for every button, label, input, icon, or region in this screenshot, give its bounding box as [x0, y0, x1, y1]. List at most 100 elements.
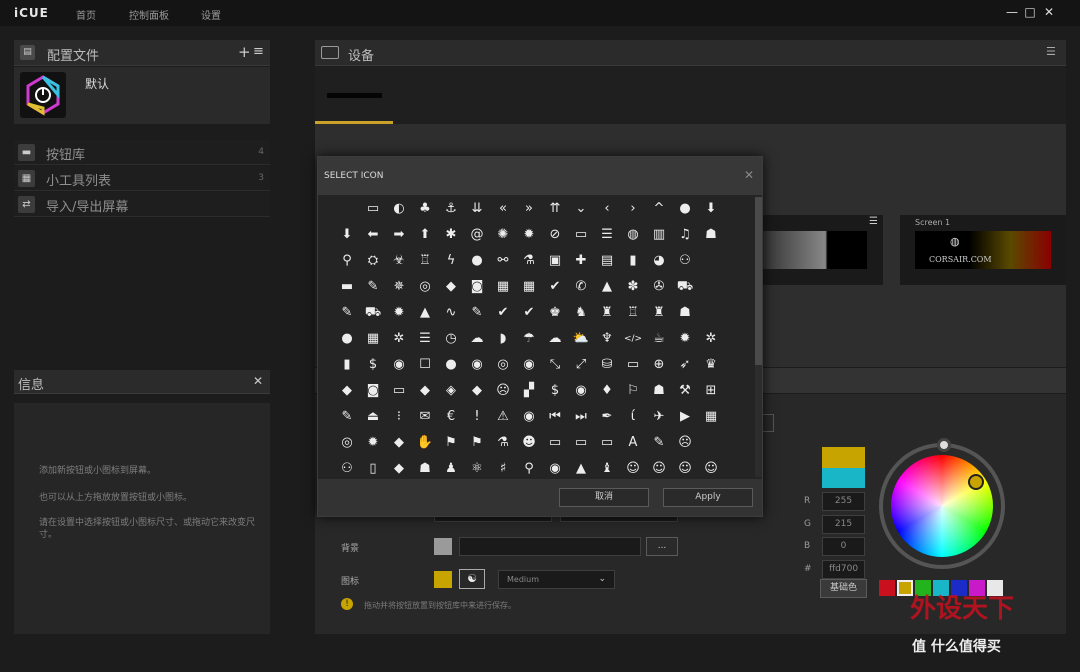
icon-option[interactable]: ▭	[571, 225, 591, 245]
background-color-swatch[interactable]	[434, 538, 452, 555]
icon-option[interactable]: ◎	[415, 277, 435, 297]
icon-option[interactable]: ◆	[415, 381, 435, 401]
icon-option[interactable]: ☂	[519, 329, 539, 349]
icon-option[interactable]: ▭	[571, 433, 591, 453]
icon-option[interactable]: ♖	[415, 251, 435, 271]
icon-option[interactable]: ⚲	[519, 459, 539, 477]
icon-option[interactable]: ‹	[597, 199, 617, 219]
icon-option[interactable]: ♯	[493, 459, 513, 477]
icon-option[interactable]: ▭	[623, 355, 643, 375]
nav-home[interactable]: 首页	[76, 7, 96, 22]
icon-option[interactable]: ▭	[389, 381, 409, 401]
icon-option[interactable]: ☗	[415, 459, 435, 477]
icon-grid-scrollbar[interactable]	[755, 197, 762, 477]
icon-option[interactable]: ◕	[649, 251, 669, 271]
icon-option[interactable]: ✔	[493, 303, 513, 323]
screen-card-1[interactable]: Screen 1 ◍ CORSAIR.COM	[900, 215, 1066, 285]
icon-option[interactable]: ✹	[389, 303, 409, 323]
icon-option[interactable]: ✹	[675, 329, 695, 349]
g-input[interactable]: 215	[822, 515, 865, 534]
icon-option[interactable]: ⛅	[571, 329, 591, 349]
icon-option[interactable]: ▭	[545, 433, 565, 453]
icon-option[interactable]: ▥	[649, 225, 669, 245]
icon-option[interactable]: ›	[623, 199, 643, 219]
icon-option[interactable]: ♆	[597, 329, 617, 349]
icon-option[interactable]: ⛁	[597, 355, 617, 375]
icon-option[interactable]: ♜	[597, 303, 617, 323]
icon-grid[interactable]: ▭ ◐ ♣ ⚓ ⇊ « » ⇈ ⌄ ‹ › ^ ● ⬇ ⬇ ⬅ ➡ ⬆ ✱ @ ✺ ✹ ⊘ ▭ ☰ ◍ ▥ ♫ ☗ ⚲ ⛭ ☣ ♖ ϟ ● ⚯ ⚗ ▣ ✚ ▤…	[340, 199, 740, 477]
icon-option[interactable]: ▶	[675, 407, 695, 427]
icon-option[interactable]: ◉	[519, 355, 539, 375]
icon-option[interactable]: ◆	[389, 459, 409, 477]
info-close-icon[interactable]: ✕	[253, 374, 263, 388]
icon-option[interactable]: ▭	[363, 199, 383, 219]
icon-option[interactable]: ●	[675, 199, 695, 219]
icon-option[interactable]: ▭	[597, 433, 617, 453]
icon-option[interactable]: ⚇	[675, 251, 695, 271]
icon-option[interactable]: ⚠	[493, 407, 513, 427]
icon-option[interactable]: ☺	[649, 459, 669, 477]
icon-option[interactable]: ⌄	[571, 199, 591, 219]
icon-option[interactable]: ▬	[340, 277, 357, 297]
icon-option[interactable]: ▯	[363, 459, 383, 477]
r-input[interactable]: 255	[822, 492, 865, 511]
icon-option[interactable]: ◐	[389, 199, 409, 219]
icon-option[interactable]: ◉	[571, 381, 591, 401]
icon-option[interactable]: ☁	[467, 329, 487, 349]
icon-option[interactable]: ⊞	[701, 381, 721, 401]
icon-option[interactable]: ▤	[597, 251, 617, 271]
icon-option[interactable]: ✔	[519, 303, 539, 323]
icon-option[interactable]: ◆	[467, 381, 487, 401]
icon-option[interactable]: ✎	[363, 277, 383, 297]
minimize-icon[interactable]: —	[1004, 5, 1020, 19]
dialog-close-icon[interactable]: ✕	[744, 168, 754, 182]
devices-menu-icon[interactable]: ☰	[1046, 45, 1056, 58]
icon-option[interactable]: ⚯	[493, 251, 513, 271]
icon-option[interactable]: ✵	[389, 277, 409, 297]
icon-option[interactable]: ◙	[363, 381, 383, 401]
icon-option[interactable]: $	[363, 355, 383, 375]
icon-option[interactable]: ♣	[415, 199, 435, 219]
icon-option[interactable]: ⇊	[467, 199, 487, 219]
icon-option[interactable]: ⤢	[571, 355, 591, 375]
icon-option[interactable]: ⊕	[649, 355, 669, 375]
icon-option[interactable]: ▞	[519, 381, 539, 401]
icon-option[interactable]: ☺	[675, 459, 695, 477]
icon-option[interactable]: ⛭	[363, 251, 383, 271]
icon-option[interactable]: ✲	[389, 329, 409, 349]
sidebar-item-import-export[interactable]: ⇄ 导入/导出屏幕	[14, 192, 270, 217]
icon-option[interactable]: ⏭	[571, 407, 591, 427]
icon-option[interactable]: ▦	[493, 277, 513, 297]
icon-option[interactable]: ✎	[649, 433, 669, 453]
icon-option[interactable]: ✉	[415, 407, 435, 427]
icon-option[interactable]: ▲	[597, 277, 617, 297]
icon-option[interactable]: ▮	[623, 251, 643, 271]
icon-option[interactable]: ⛟	[675, 277, 695, 297]
scrollbar-thumb[interactable]	[755, 197, 762, 365]
icon-option[interactable]: !	[467, 407, 487, 427]
icon-option[interactable]: ⏮	[545, 407, 565, 427]
icon-option[interactable]: ▮	[340, 355, 357, 375]
icon-option[interactable]: ☗	[675, 303, 695, 323]
icon-option[interactable]: ^	[649, 199, 669, 219]
icon-option[interactable]: ✺	[493, 225, 513, 245]
icon-option[interactable]: ☺	[701, 459, 721, 477]
cancel-button[interactable]: 取消	[559, 488, 649, 507]
icon-option[interactable]: ☹	[675, 433, 695, 453]
icon-option[interactable]: ◆	[441, 277, 461, 297]
icon-option[interactable]: ✒	[597, 407, 617, 427]
icon-option[interactable]: ⛟	[363, 303, 383, 323]
base-color-button[interactable]: 基础色	[820, 579, 867, 598]
icon-option[interactable]: ⚗	[493, 433, 513, 453]
icon-option[interactable]: ⚐	[623, 381, 643, 401]
icon-option[interactable]: ☐	[415, 355, 435, 375]
icon-option[interactable]: ⚑	[467, 433, 487, 453]
screen-menu-icon[interactable]: ☰	[869, 216, 878, 227]
icon-option[interactable]: €	[441, 407, 461, 427]
icon-option[interactable]: A	[623, 433, 643, 453]
icon-option[interactable]: ☰	[597, 225, 617, 245]
icon-option[interactable]: ▣	[545, 251, 565, 271]
icon-option[interactable]: ✇	[649, 277, 669, 297]
apply-button[interactable]: Apply	[663, 488, 753, 507]
icon-option[interactable]: ∿	[441, 303, 461, 323]
